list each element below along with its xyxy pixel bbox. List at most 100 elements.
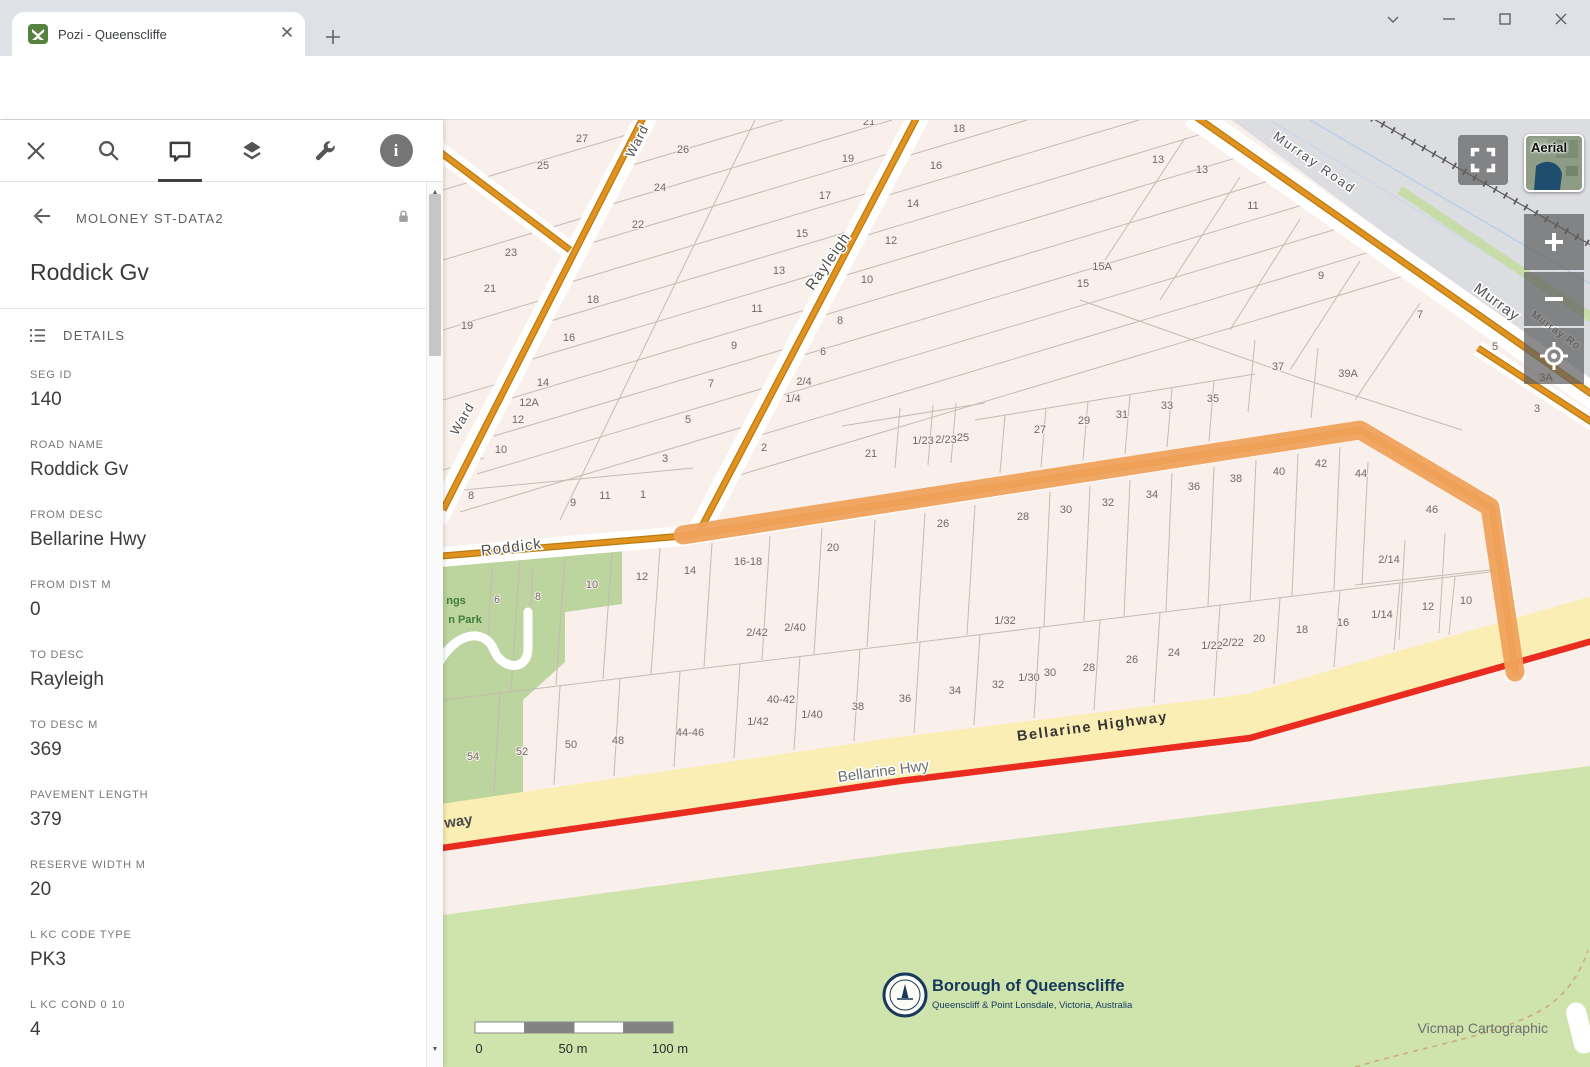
- parcel-number-label: 18: [587, 294, 599, 306]
- details-header[interactable]: DETAILS: [0, 309, 426, 355]
- parcel-number-label: 34: [949, 685, 961, 697]
- parcel-number-label: 19: [461, 320, 473, 332]
- search-icon[interactable]: [72, 120, 144, 182]
- field-label: TO DESC: [30, 649, 85, 661]
- sidebar-scrollbar[interactable]: ▲ ▼: [426, 182, 443, 1067]
- scrollbar-thumb[interactable]: [429, 194, 441, 356]
- parcel-number-label: 25: [537, 160, 549, 172]
- field-label: ROAD NAME: [30, 439, 104, 451]
- parcel-number-label: 22: [632, 219, 644, 231]
- parcel-number-label: 15A: [1092, 261, 1112, 273]
- browser-tab[interactable]: Pozi - Queenscliffe: [12, 12, 305, 56]
- zoom-in-button[interactable]: [1524, 214, 1584, 270]
- detail-field: TO DESC Rayleigh: [30, 648, 396, 690]
- parcel-number-label: 40: [1273, 466, 1285, 478]
- parcel-number-label: 3: [1534, 403, 1540, 415]
- window-maximize-icon[interactable]: [1490, 4, 1520, 34]
- parcel-number-label: 16: [1337, 617, 1349, 629]
- detail-field: FROM DESC Bellarine Hwy: [30, 508, 396, 550]
- parcel-number-label: 15: [796, 228, 808, 240]
- detail-field: FROM DIST M 0: [30, 578, 396, 620]
- field-label: FROM DIST M: [30, 579, 112, 591]
- parcel-number-label: 44-46: [676, 727, 704, 739]
- tab-title: Pozi - Queenscliffe: [58, 26, 167, 42]
- map-basemap: 272523211926242218161412A12108911 1357911…: [443, 120, 1590, 1067]
- geolocate-button[interactable]: [1524, 328, 1584, 384]
- parcel-number-label: 1/30: [1018, 672, 1039, 684]
- field-value: Bellarine Hwy: [30, 529, 147, 550]
- parcel-number-label: 40-42: [767, 694, 795, 706]
- window-chevron-icon[interactable]: [1378, 4, 1408, 34]
- parcel-number-label: 52: [516, 746, 528, 758]
- parcel-number-label: 6: [494, 594, 500, 606]
- parcel-number-label: 2/42: [746, 627, 767, 639]
- window-close-icon[interactable]: [1546, 4, 1576, 34]
- parcel-number-label: 19: [842, 153, 854, 165]
- parcel-number-label: 14: [907, 198, 919, 210]
- parcel-number-label: 6: [820, 346, 826, 358]
- parcel-number-label: 1/14: [1371, 609, 1392, 621]
- details-label: DETAILS: [63, 328, 126, 343]
- parcel-number-label: 32: [992, 679, 1004, 691]
- field-value: Rayleigh: [30, 669, 104, 690]
- parcel-number-label: 1/23: [912, 435, 933, 447]
- parcel-number-label: 27: [576, 133, 588, 145]
- svg-text:100 m: 100 m: [652, 1041, 688, 1056]
- parcel-number-label: 24: [1168, 647, 1180, 659]
- parcel-number-label: 31: [1116, 409, 1128, 421]
- parcel-number-label: 8: [837, 315, 843, 327]
- parcel-number-label: 9: [731, 340, 737, 352]
- window-minimize-icon[interactable]: [1434, 4, 1464, 34]
- close-panel-icon[interactable]: [0, 120, 72, 182]
- parcel-number-label: 39A: [1338, 368, 1358, 380]
- layers-icon[interactable]: [216, 120, 288, 182]
- field-value: 0: [30, 599, 41, 620]
- detail-field: RESERVE WIDTH M 20: [30, 858, 396, 900]
- field-label: L KC COND 0 10: [30, 999, 126, 1011]
- field-label: L KC CODE TYPE: [30, 929, 132, 941]
- parcel-number-label: 10: [495, 444, 507, 456]
- parcel-number-label: 5: [685, 414, 691, 426]
- detail-field: ROAD NAME Roddick Gv: [30, 438, 396, 480]
- parcel-number-label: 36: [899, 693, 911, 705]
- pozi-favicon-icon: [28, 24, 48, 44]
- scroll-down-icon[interactable]: ▼: [427, 1041, 443, 1057]
- field-value: 140: [30, 389, 62, 410]
- parcel-number-label: 35: [1207, 393, 1219, 405]
- feature-panel: MOLONEY ST-DATA2 Roddick Gv DETAILS SEG …: [0, 182, 426, 1067]
- basemap-toggle-button[interactable]: Aerial: [1524, 134, 1584, 192]
- parcel-number-label: 5: [1492, 341, 1498, 353]
- parcel-number-label: 11: [751, 303, 762, 315]
- tools-wrench-icon[interactable]: [288, 120, 360, 182]
- field-value: PK3: [30, 949, 66, 970]
- detail-field: PAVEMENT LENGTH 379: [30, 788, 396, 830]
- parcel-number-label: 28: [1083, 662, 1095, 674]
- detail-field: TO DESC M 369: [30, 718, 396, 760]
- list-icon: [29, 329, 46, 342]
- zoom-out-button[interactable]: [1524, 272, 1584, 326]
- parcel-number-label: 12: [885, 235, 897, 247]
- parcel-number-label: 16-18: [734, 556, 762, 568]
- parcel-number-label: 11: [1247, 200, 1258, 212]
- parcel-number-label: 1/40: [801, 709, 822, 721]
- fullscreen-button[interactable]: [1458, 135, 1508, 185]
- parcel-number-label: 24: [654, 182, 666, 194]
- parcel-number-label: 18: [953, 123, 965, 135]
- tab-close-icon[interactable]: [279, 24, 295, 45]
- new-tab-button[interactable]: [320, 24, 346, 50]
- back-arrow-icon[interactable]: [30, 204, 54, 233]
- parcel-number-label: 30: [1044, 667, 1056, 679]
- sidebar: i MOLONEY ST-DATA2 Roddick Gv DETAILS SE…: [0, 120, 443, 1067]
- feature-info-icon[interactable]: [144, 120, 216, 182]
- parcel-number-label: 10: [861, 274, 873, 286]
- parcel-number-label: 30: [1060, 504, 1072, 516]
- parcel-number-label: 10: [1460, 595, 1472, 607]
- detail-field: L KC COND 0 10 4: [30, 998, 396, 1040]
- parcel-number-label: 14: [684, 565, 696, 577]
- field-label: PAVEMENT LENGTH: [30, 789, 149, 801]
- parcel-number-label: 33: [1161, 400, 1173, 412]
- parcel-number-label: 2/14: [1378, 554, 1399, 566]
- map-canvas[interactable]: 27 25 23 21 19 26 24 22 18 16 14 12A 12 10 8 9 11 1 3 5 7 9 11…: [443, 120, 1590, 1067]
- parcel-number-label: 29: [1078, 415, 1090, 427]
- info-icon[interactable]: i: [360, 120, 432, 182]
